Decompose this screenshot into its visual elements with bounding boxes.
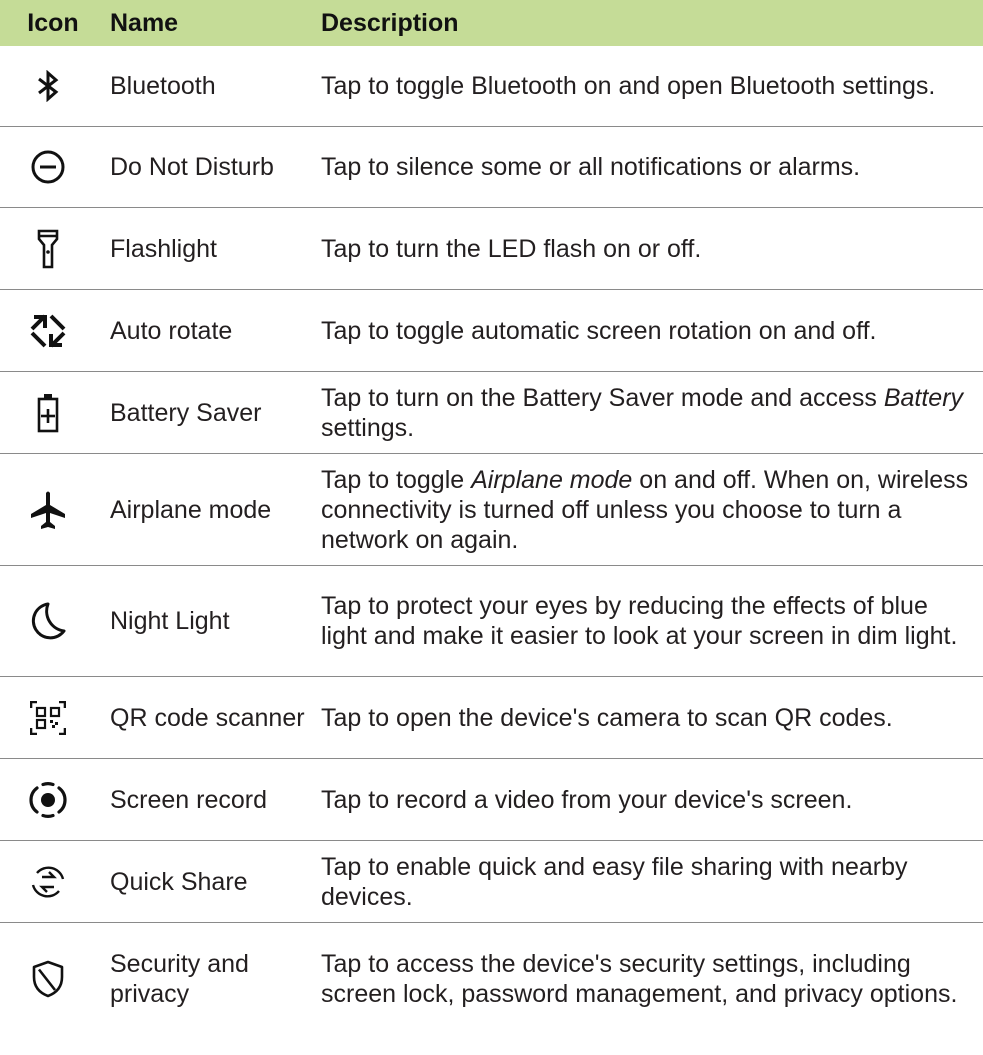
header-name: Name xyxy=(110,8,179,37)
flashlight-icon xyxy=(0,229,96,269)
row-name: Bluetooth xyxy=(110,72,216,100)
row-name: Airplane mode xyxy=(110,495,272,524)
table-row: Auto rotate Tap to toggle automatic scre… xyxy=(0,290,983,372)
row-description: Tap to toggle Bluetooth on and open Blue… xyxy=(321,72,936,100)
row-description: Tap to toggle automatic screen rotation … xyxy=(321,316,877,345)
table-row: Airplane mode Tap to toggle Airplane mod… xyxy=(0,454,983,566)
table-header: Icon Name Description xyxy=(0,0,983,46)
row-name: Do Not Disturb xyxy=(110,153,274,181)
table-row: Screen record Tap to record a video from… xyxy=(0,759,983,841)
airplane-icon xyxy=(0,490,96,530)
row-description: Tap to open the device's camera to scan … xyxy=(321,703,893,732)
bluetooth-icon xyxy=(0,70,96,102)
row-description: Tap to turn on the Battery Saver mode an… xyxy=(321,383,964,442)
row-name: QR code scanner xyxy=(110,703,305,732)
quick-share-icon xyxy=(0,863,96,901)
header-description: Description xyxy=(321,8,459,37)
table-row: Night Light Tap to protect your eyes by … xyxy=(0,566,983,677)
table-row: Security and privacy Tap to access the d… xyxy=(0,923,983,1035)
row-description: Tap to turn the LED flash on or off. xyxy=(321,234,702,263)
battery-saver-icon xyxy=(0,393,96,433)
row-description: Tap to silence some or all notifications… xyxy=(321,153,861,181)
table-row: Bluetooth Tap to toggle Bluetooth on and… xyxy=(0,46,983,127)
row-name: Screen record xyxy=(110,785,268,814)
row-description: Tap to access the device's security sett… xyxy=(321,950,958,1008)
quick-settings-table: Icon Name Description Bluetooth Tap to t… xyxy=(0,0,983,1035)
row-name: Battery Saver xyxy=(110,398,262,427)
qr-code-scanner-icon xyxy=(0,700,96,735)
screen-record-icon xyxy=(0,781,96,819)
table-row: Flashlight Tap to turn the LED flash on … xyxy=(0,208,983,290)
night-light-icon xyxy=(0,601,96,641)
row-name: Flashlight xyxy=(110,234,217,263)
row-name: Quick Share xyxy=(110,867,248,896)
do-not-disturb-icon xyxy=(0,149,96,185)
auto-rotate-icon xyxy=(0,309,96,353)
row-description: Tap to toggle Airplane mode on and off. … xyxy=(321,465,969,554)
row-name: Night Light xyxy=(110,607,230,635)
row-description: Tap to enable quick and easy file sharin… xyxy=(321,852,908,911)
row-name: Security and privacy xyxy=(110,950,249,1008)
security-privacy-icon xyxy=(0,960,96,998)
table-row: Battery Saver Tap to turn on the Battery… xyxy=(0,372,983,454)
table-row: Do Not Disturb Tap to silence some or al… xyxy=(0,127,983,208)
row-description: Tap to record a video from your device's… xyxy=(321,785,853,814)
table-row: Quick Share Tap to enable quick and easy… xyxy=(0,841,983,923)
row-description: Tap to protect your eyes by reducing the… xyxy=(321,592,958,650)
table-row: QR code scanner Tap to open the device's… xyxy=(0,677,983,759)
row-name: Auto rotate xyxy=(110,316,233,345)
header-icon: Icon xyxy=(27,8,79,37)
